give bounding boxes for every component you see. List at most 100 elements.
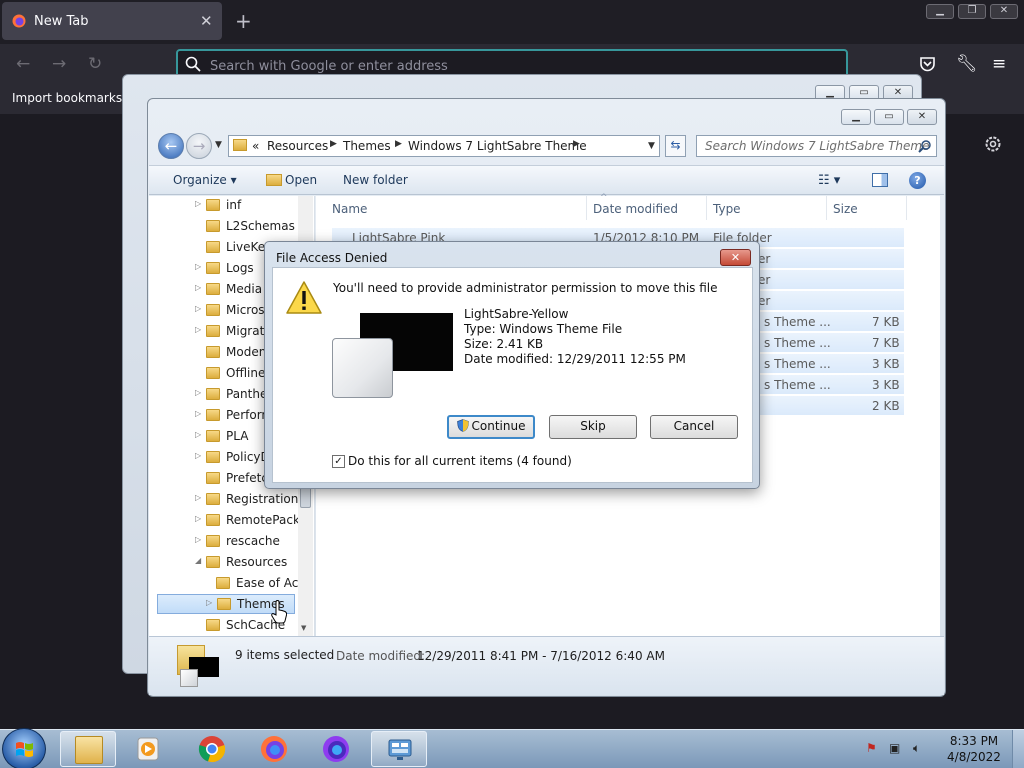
taskbar-firefox-nightly[interactable] bbox=[308, 731, 364, 767]
cancel-button[interactable]: Cancel bbox=[650, 415, 738, 439]
forward-arrow-icon[interactable]: → bbox=[52, 54, 66, 74]
close-button[interactable]: ✕ bbox=[990, 4, 1018, 19]
expand-arrow-icon[interactable]: ▷ bbox=[195, 451, 201, 460]
expand-arrow-icon[interactable]: ▷ bbox=[195, 535, 201, 544]
folder-icon bbox=[206, 346, 220, 358]
taskbar-remote-app[interactable] bbox=[371, 731, 427, 767]
column-divider[interactable] bbox=[706, 196, 707, 220]
column-header-name[interactable]: Name bbox=[332, 202, 367, 216]
expand-arrow-icon[interactable]: ▷ bbox=[195, 262, 201, 271]
expand-arrow-icon[interactable]: ▷ bbox=[195, 388, 201, 397]
wrench-icon[interactable]: 🔧︎ bbox=[956, 54, 978, 74]
expand-arrow-icon[interactable]: ▷ bbox=[195, 514, 201, 523]
taskbar-explorer[interactable] bbox=[60, 731, 116, 767]
expand-arrow-icon[interactable]: ▷ bbox=[195, 493, 201, 502]
pocket-icon[interactable] bbox=[919, 56, 936, 72]
explorer-minimize-button[interactable]: ▁ bbox=[841, 109, 871, 125]
breadcrumb-separator[interactable]: ▶ bbox=[330, 139, 337, 149]
tree-item-label: inf bbox=[226, 198, 242, 212]
open-button[interactable]: Open bbox=[285, 173, 317, 187]
volume-icon[interactable]: 🔈︎ bbox=[913, 741, 920, 756]
address-dropdown[interactable]: ▼ bbox=[648, 141, 655, 151]
taskbar-chrome[interactable] bbox=[184, 731, 240, 767]
clock[interactable]: 8:33 PM 4/8/2022 bbox=[940, 733, 1008, 765]
skip-button[interactable]: Skip bbox=[549, 415, 637, 439]
column-divider[interactable] bbox=[826, 196, 827, 220]
expand-arrow-icon[interactable]: ▷ bbox=[195, 325, 201, 334]
warning-icon bbox=[286, 281, 322, 314]
minimize-button[interactable]: ▁ bbox=[926, 4, 954, 19]
import-bookmarks-link[interactable]: Import bookmarks… bbox=[12, 91, 134, 105]
expand-arrow-icon[interactable]: ▷ bbox=[206, 598, 212, 607]
browser-tab-bar: New Tab ✕ + ▁ ❐ ✕ bbox=[0, 0, 1024, 44]
tree-item-label: Prefetc bbox=[226, 471, 268, 485]
clock-time: 8:33 PM bbox=[949, 734, 999, 748]
expand-arrow-icon[interactable]: ▷ bbox=[195, 430, 201, 439]
new-tab-button[interactable]: + bbox=[235, 9, 252, 33]
continue-button[interactable]: Continue bbox=[447, 415, 535, 439]
folder-icon bbox=[206, 430, 220, 442]
column-header-type[interactable]: Type bbox=[713, 202, 741, 216]
folder-icon bbox=[206, 514, 220, 526]
breadcrumb-current[interactable]: Windows 7 LightSabre Theme bbox=[408, 139, 587, 153]
help-icon[interactable]: ? bbox=[909, 172, 926, 189]
folder-icon bbox=[206, 199, 220, 211]
new-folder-button[interactable]: New folder bbox=[343, 173, 408, 187]
refresh-button[interactable]: ⇆ bbox=[665, 135, 686, 157]
expand-arrow-icon[interactable]: ▷ bbox=[195, 409, 201, 418]
column-header-date[interactable]: Date modified bbox=[593, 202, 678, 216]
remote-desktop-icon bbox=[388, 739, 412, 760]
file-access-denied-dialog: File Access Denied ✕ You'll need to prov… bbox=[264, 241, 760, 489]
expand-arrow-icon[interactable]: ◢ bbox=[195, 556, 201, 565]
organize-button[interactable]: Organize ▾ bbox=[173, 173, 237, 187]
tree-item-label: Offline bbox=[226, 366, 266, 380]
explorer-close-button[interactable]: ✕ bbox=[907, 109, 937, 125]
back-button[interactable]: ← bbox=[158, 133, 184, 159]
firefox-icon bbox=[261, 736, 287, 762]
tree-item-label: Ease of Acc bbox=[236, 576, 305, 590]
search-icon[interactable] bbox=[918, 139, 932, 153]
expand-arrow-icon[interactable]: ▷ bbox=[195, 283, 201, 292]
tree-item-label: RemotePacka bbox=[226, 513, 308, 527]
start-button[interactable] bbox=[2, 728, 46, 768]
menu-icon[interactable]: ≡ bbox=[992, 54, 1006, 74]
tab-close-icon[interactable]: ✕ bbox=[200, 12, 213, 30]
folder-icon bbox=[206, 388, 220, 400]
folder-icon bbox=[75, 736, 103, 764]
forward-button[interactable]: → bbox=[186, 133, 212, 159]
column-divider[interactable] bbox=[586, 196, 587, 220]
taskbar-firefox[interactable] bbox=[246, 731, 302, 767]
folder-icon bbox=[206, 451, 220, 463]
breadcrumb-themes[interactable]: Themes bbox=[343, 139, 391, 153]
network-icon[interactable]: ▣ bbox=[889, 741, 900, 755]
theme-file-icon bbox=[332, 338, 393, 398]
recent-pages-dropdown[interactable]: ▼ bbox=[215, 140, 222, 150]
taskbar-media-player[interactable] bbox=[120, 731, 176, 767]
view-options-icon[interactable]: ☷ ▾ bbox=[818, 173, 840, 188]
column-divider[interactable] bbox=[906, 196, 907, 220]
apply-to-all-label[interactable]: Do this for all current items (4 found) bbox=[348, 454, 572, 468]
restore-button[interactable]: ❐ bbox=[958, 4, 986, 19]
file-type-label: Type: Windows Theme File bbox=[464, 322, 623, 336]
breadcrumb-separator[interactable]: ▶ bbox=[573, 139, 580, 149]
show-desktop-button[interactable] bbox=[1012, 730, 1024, 768]
search-box[interactable]: Search Windows 7 LightSabre Theme bbox=[696, 135, 937, 157]
reload-icon[interactable]: ↻ bbox=[88, 54, 102, 74]
back-arrow-icon[interactable]: ← bbox=[16, 54, 30, 74]
breadcrumb-overflow[interactable]: « bbox=[252, 139, 259, 153]
address-bar[interactable]: « Resources ▶ Themes ▶ Windows 7 LightSa… bbox=[228, 135, 660, 157]
breadcrumb-separator[interactable]: ▶ bbox=[395, 139, 402, 149]
breadcrumb-resources[interactable]: Resources bbox=[267, 139, 328, 153]
expand-arrow-icon[interactable]: ▷ bbox=[195, 199, 201, 208]
expand-arrow-icon[interactable]: ▷ bbox=[195, 304, 201, 313]
action-center-flag-icon[interactable]: ⚑ bbox=[866, 741, 877, 755]
scrollbar-thumb[interactable] bbox=[300, 486, 311, 508]
dialog-close-button[interactable]: ✕ bbox=[720, 249, 751, 266]
column-header-size[interactable]: Size bbox=[833, 202, 858, 216]
gear-icon[interactable] bbox=[983, 134, 1003, 154]
scroll-down-icon[interactable]: ▼ bbox=[301, 624, 306, 632]
apply-to-all-checkbox[interactable]: ✓ bbox=[332, 455, 345, 468]
explorer-maximize-button[interactable]: ▭ bbox=[874, 109, 904, 125]
browser-tab[interactable]: New Tab ✕ bbox=[2, 2, 222, 40]
preview-pane-icon[interactable] bbox=[872, 173, 888, 187]
